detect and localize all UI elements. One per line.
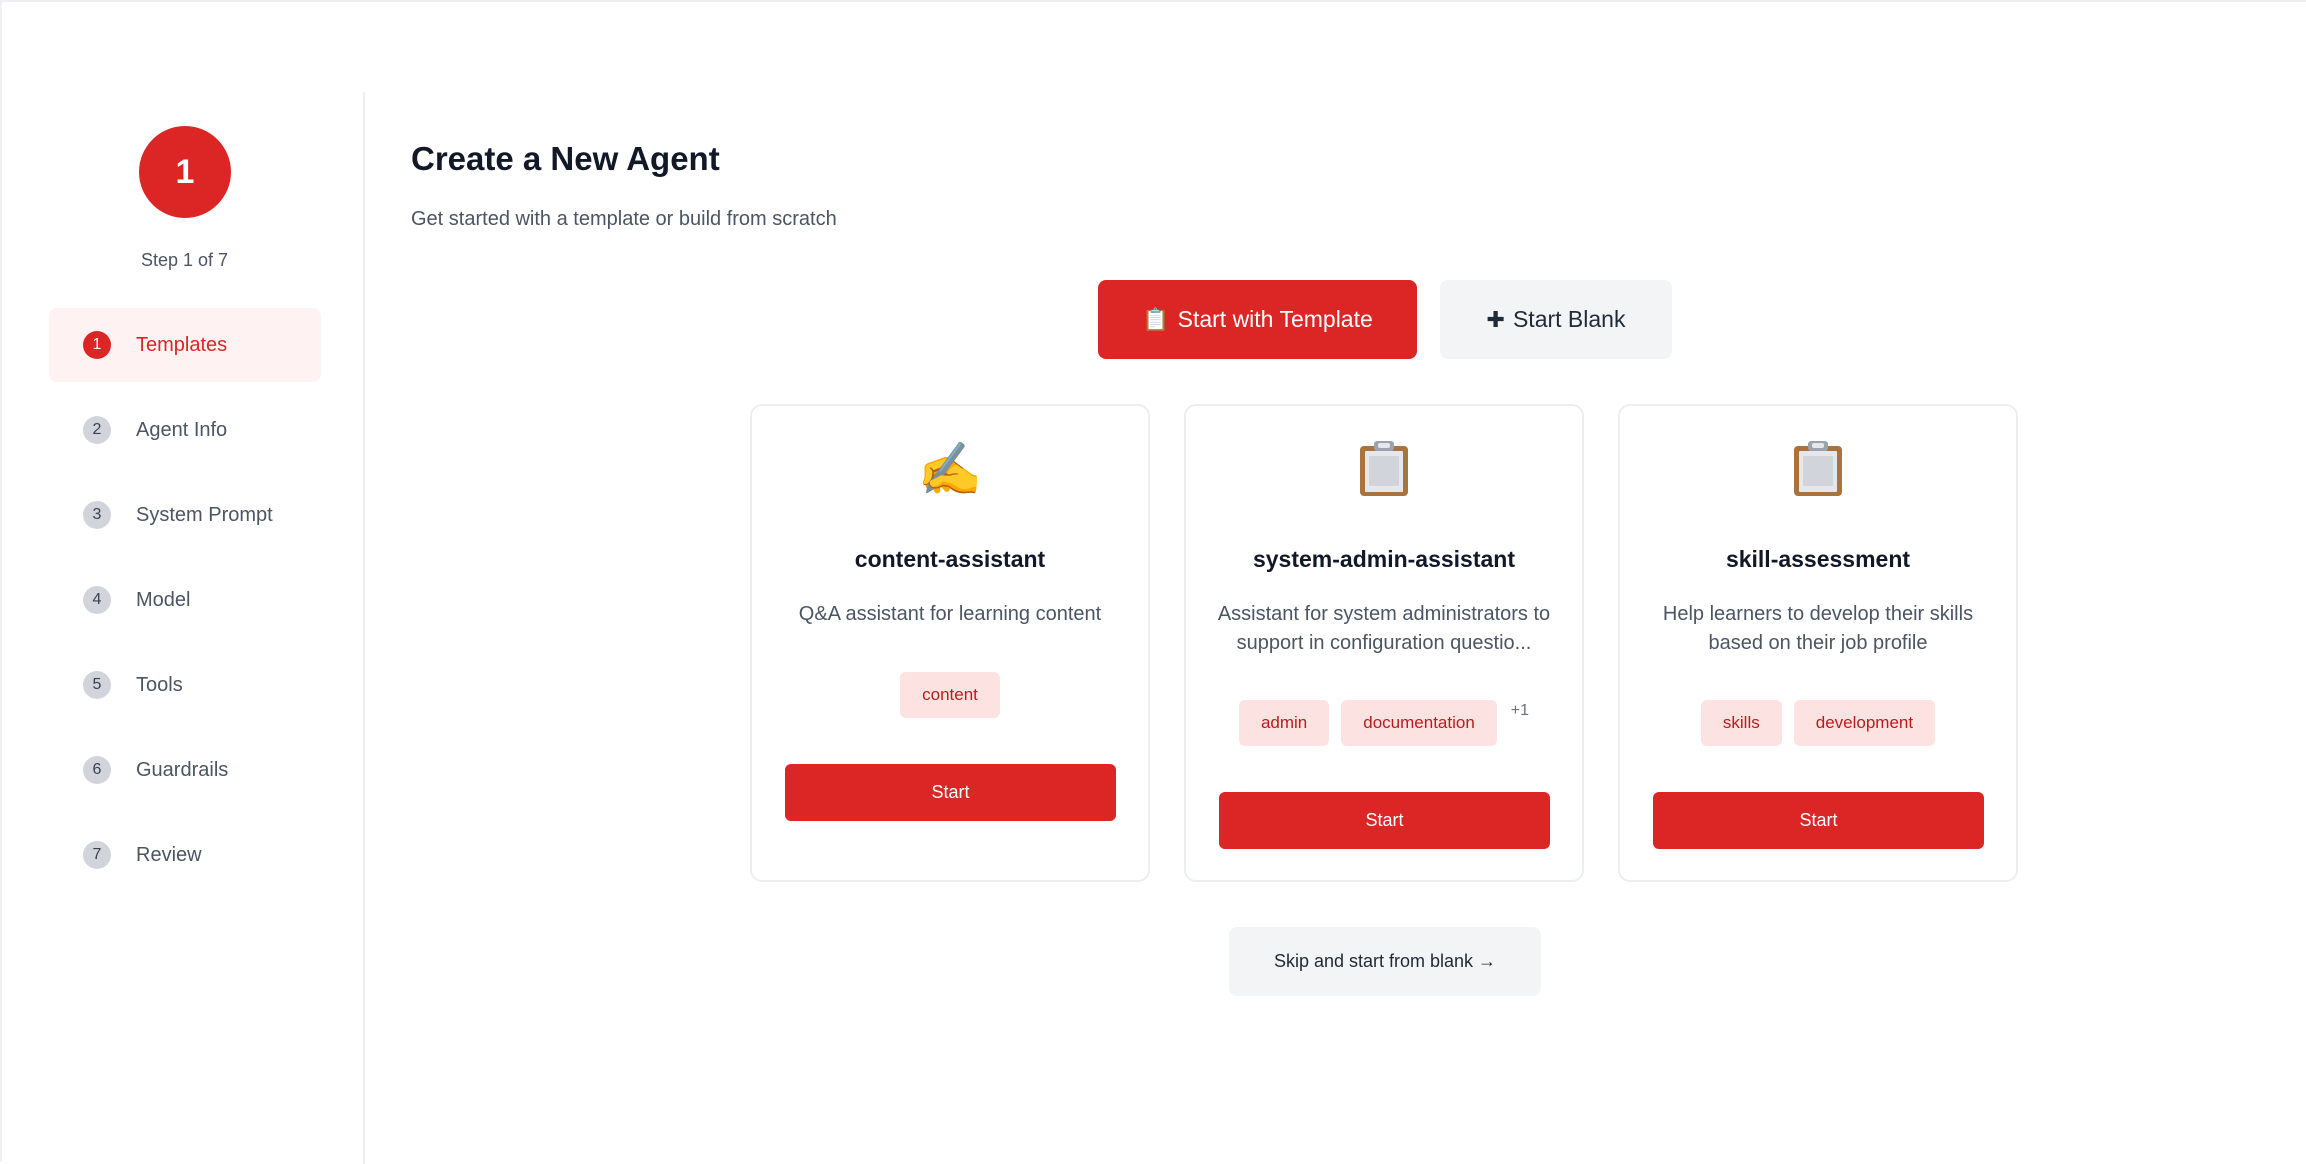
sidebar-item-label: Templates (136, 333, 228, 356)
template-name: content-assistant (854, 546, 1046, 572)
sidebar-item-label: Review (136, 843, 202, 866)
template-description: Help learners to develop their skills ba… (1662, 603, 1974, 654)
sidebar-item-tools[interactable]: 5 Tools (49, 648, 321, 722)
sidebar-item-templates[interactable]: 1 Templates (49, 308, 321, 382)
step-number-badge: 5 (83, 671, 111, 699)
start-blank-button[interactable]: ✚ Start Blank (1440, 280, 1672, 359)
step-number-badge: 2 (83, 416, 111, 444)
page-subtitle: Get started with a template or build fro… (411, 208, 837, 230)
step-caption: Step 1 of 7 (140, 250, 229, 270)
tag-badge: documentation (1341, 700, 1497, 746)
tag-badge: admin (1238, 700, 1330, 746)
plus-icon: ✚ (1486, 306, 1505, 332)
step-number-badge: 4 (83, 586, 111, 614)
template-card-skill-assessment: skill-assessment Help learners to develo… (1618, 404, 2018, 882)
clipboard-graphic (1794, 441, 1842, 496)
start-with-template-button[interactable]: 📋 Start with Template (1098, 280, 1417, 359)
template-tags: skills development (1620, 700, 2016, 746)
template-tags: admin documentation +1 (1186, 700, 1582, 746)
page-title: Create a New Agent (411, 140, 720, 177)
button-label: Start with Template (1177, 306, 1373, 332)
app-frame: 1 Step 1 of 7 1 Templates 2 Agent Info 3… (0, 0, 2306, 1164)
clipboard-icon (1620, 440, 2016, 511)
clipboard-graphic (1360, 441, 1408, 496)
clipboard-icon: 📋 (1142, 306, 1170, 332)
tag-badge: skills (1700, 700, 1782, 746)
more-tags-count: +1 (1510, 702, 1530, 719)
template-name: system-admin-assistant (1252, 546, 1516, 572)
step-number-badge: 6 (83, 756, 111, 784)
sidebar-item-label: Model (136, 588, 191, 611)
sidebar-item-model[interactable]: 4 Model (49, 563, 321, 637)
sidebar-item-label: Guardrails (136, 758, 229, 781)
template-card-system-admin-assistant: system-admin-assistant Assistant for sys… (1184, 404, 1584, 882)
sidebar-item-review[interactable]: 7 Review (49, 818, 321, 892)
sidebar-item-guardrails[interactable]: 6 Guardrails (49, 733, 321, 807)
clipboard-icon (1186, 440, 1582, 511)
step-number-badge: 7 (83, 841, 111, 869)
tag-badge: development (1793, 700, 1936, 746)
sidebar-item-agent-info[interactable]: 2 Agent Info (49, 393, 321, 467)
current-step-indicator: 1 (139, 126, 231, 218)
step-number-badge: 3 (83, 501, 111, 529)
start-template-button[interactable]: Start (1219, 792, 1550, 849)
template-tags: content (752, 672, 1148, 718)
template-description: Q&A assistant for learning content (798, 603, 1102, 625)
start-template-button[interactable]: Start (1653, 792, 1984, 849)
skip-start-blank-button[interactable]: Skip and start from blank → (1229, 927, 1541, 996)
wizard-sidebar: 1 Step 1 of 7 1 Templates 2 Agent Info 3… (4, 92, 365, 1164)
writing-hand-icon: ✍️ (917, 441, 983, 499)
step-number-badge: 1 (83, 331, 111, 359)
template-card-content-assistant: ✍️ content-assistant Q&A assistant for l… (750, 404, 1150, 882)
template-name: skill-assessment (1725, 546, 1911, 572)
sidebar-item-label: System Prompt (136, 503, 273, 526)
template-description: Assistant for system administrators to s… (1217, 603, 1551, 654)
tag-badge: content (900, 672, 1000, 718)
button-label: Start Blank (1512, 306, 1626, 332)
start-template-button[interactable]: Start (785, 764, 1116, 821)
sidebar-item-label: Agent Info (136, 418, 228, 441)
sidebar-item-system-prompt[interactable]: 3 System Prompt (49, 478, 321, 552)
sidebar-item-label: Tools (136, 673, 183, 696)
